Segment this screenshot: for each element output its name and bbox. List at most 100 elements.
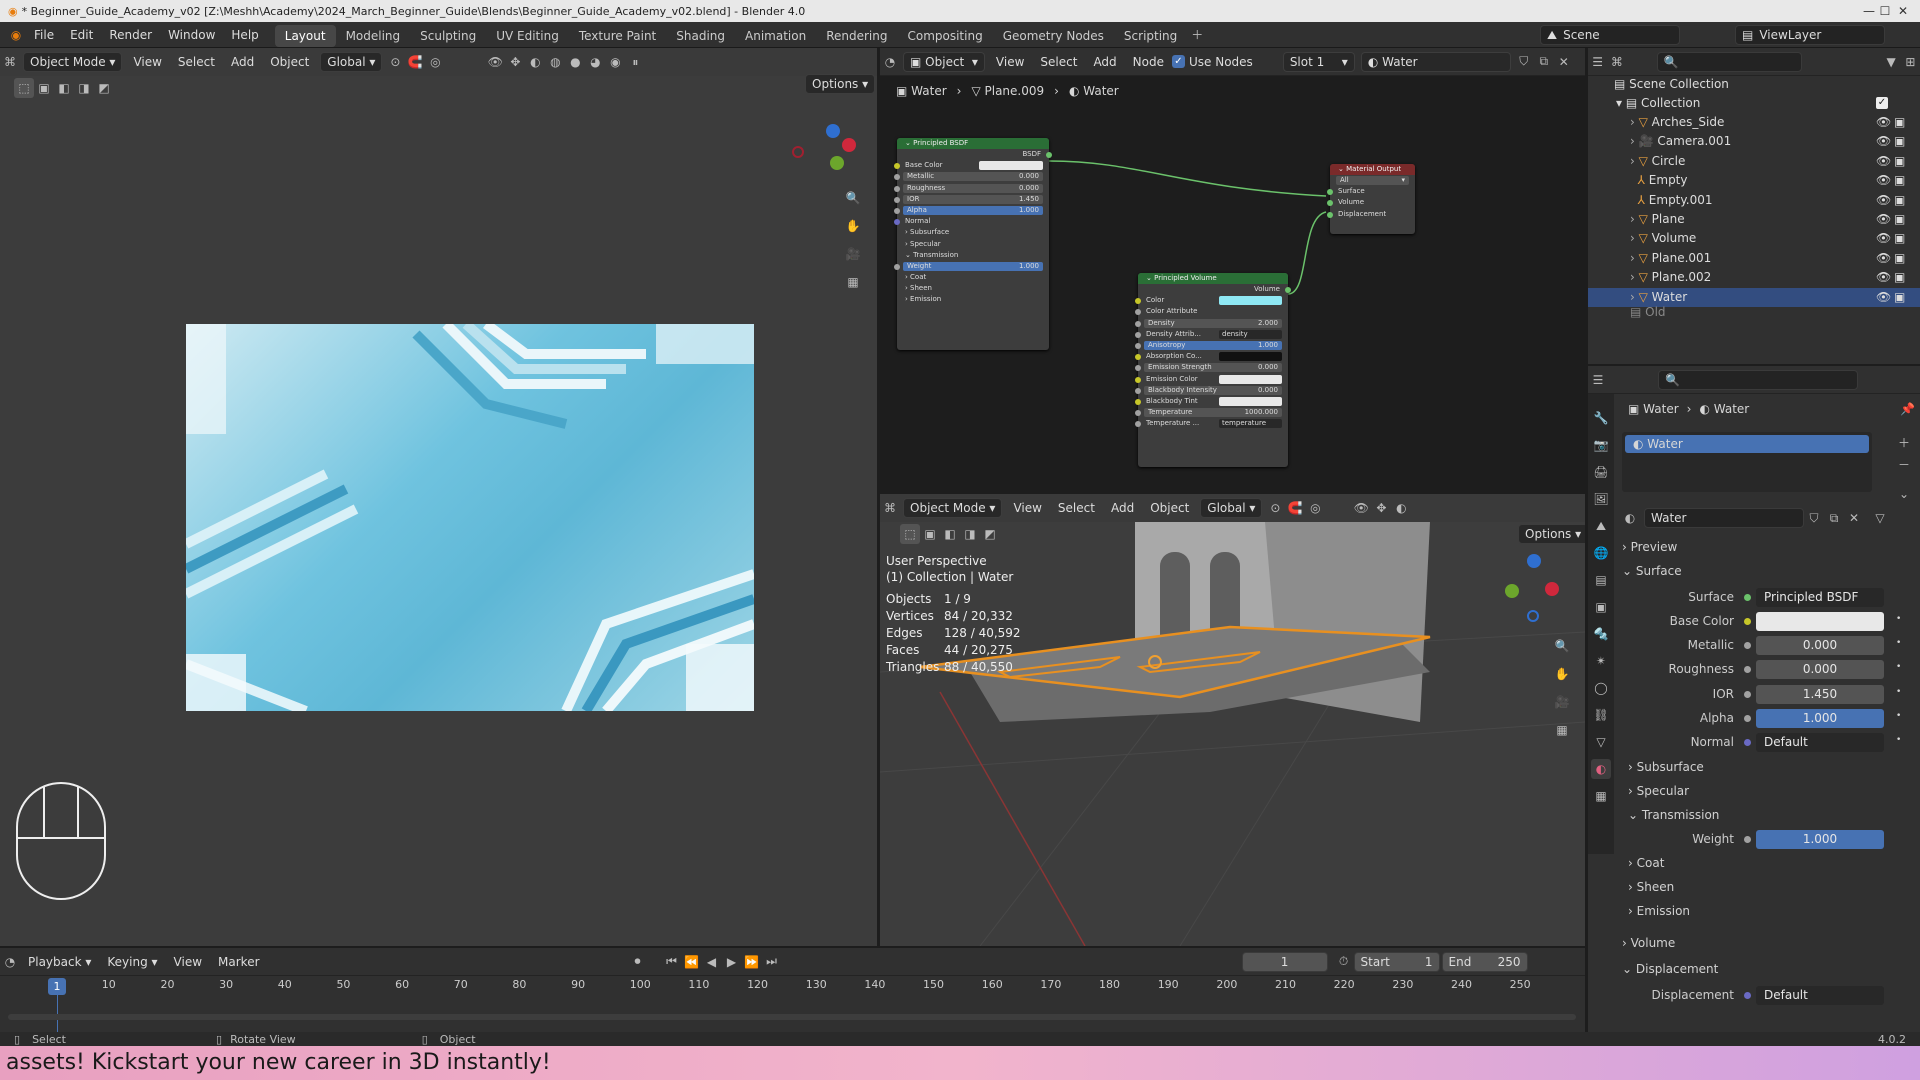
subpanel-subsurface[interactable]: › Subsurface <box>1628 756 1704 778</box>
expand-arrow-icon[interactable] <box>1630 193 1638 207</box>
select-box-icon[interactable]: ⬚ <box>14 78 34 98</box>
menu-help[interactable]: Help <box>223 22 266 48</box>
input-socket[interactable] <box>894 185 900 192</box>
zoom-icon[interactable]: 🔍 <box>843 188 863 208</box>
node-value-field[interactable]: Weight 1.000 <box>903 261 1043 271</box>
navigation-gizmo[interactable] <box>1505 554 1565 624</box>
camera-render-icon[interactable]: ▣ <box>1894 171 1905 190</box>
duplicate-icon[interactable]: ⧉ <box>1824 508 1844 528</box>
tab-compositing[interactable]: Compositing <box>897 25 992 47</box>
playhead[interactable]: 1 <box>48 978 66 995</box>
tab-shading[interactable]: Shading <box>666 25 735 47</box>
add-menu[interactable]: Add <box>1103 494 1142 522</box>
input-socket[interactable] <box>1327 200 1333 207</box>
tab-layout[interactable]: Layout <box>274 24 336 47</box>
viewlayer-selector[interactable]: ▤ ViewLayer <box>1735 25 1885 45</box>
view-menu[interactable]: View <box>125 48 169 76</box>
eye-icon[interactable]: 👁 <box>1876 113 1891 132</box>
eye-icon[interactable]: 👁 <box>1876 268 1891 287</box>
navigation-gizmo[interactable] <box>792 116 862 176</box>
color-swatch[interactable] <box>1219 374 1282 384</box>
color-swatch[interactable] <box>1219 296 1282 306</box>
overlay-icon[interactable]: ◐ <box>1391 498 1411 518</box>
input-socket[interactable] <box>1135 365 1141 372</box>
add-menu[interactable]: Add <box>223 48 262 76</box>
properties-tab-collection-icon[interactable]: ▤ <box>1591 570 1611 590</box>
blender-menu-icon[interactable]: ◉ <box>6 25 26 45</box>
pivot-icon[interactable]: ⊙ <box>1265 498 1285 518</box>
camera-view-icon[interactable]: 🎥 <box>1552 692 1572 712</box>
property-value-field[interactable]: 0.000 <box>1756 636 1884 656</box>
menu-window[interactable]: Window <box>160 22 223 48</box>
input-socket[interactable] <box>1135 398 1141 405</box>
timeline-scrollbar[interactable] <box>8 1014 1576 1020</box>
color-swatch[interactable] <box>1219 396 1282 406</box>
camera-render-icon[interactable]: ▣ <box>1894 152 1905 171</box>
pan-hand-icon[interactable]: ✋ <box>1552 664 1572 684</box>
input-socket[interactable] <box>894 163 900 170</box>
stopwatch-icon[interactable]: ⏱ <box>1334 952 1354 972</box>
camera-viewport[interactable]: ⌘ Object Mode ▾ View Select Add Object G… <box>0 48 877 946</box>
mode-dropdown[interactable]: Object Mode ▾ <box>903 498 1003 518</box>
scene-collection-row[interactable]: ▤ Scene Collection <box>1610 75 1880 94</box>
principled-bsdf-node[interactable]: ⌄ Principled BSDF BSDF Base Color Metalli… <box>894 138 1052 350</box>
expand-arrow-icon[interactable]: › <box>1630 134 1639 148</box>
new-collection-icon[interactable]: ⊞ <box>1901 52 1920 72</box>
displacement-field[interactable]: Default <box>1756 986 1884 1005</box>
tab-geometry-nodes[interactable]: Geometry Nodes <box>993 25 1114 47</box>
record-icon[interactable]: ⏺ <box>628 952 648 972</box>
pan-hand-icon[interactable]: ✋ <box>843 216 863 236</box>
display-mode-icon[interactable]: ⌘ <box>1607 52 1626 72</box>
editor-type-icon[interactable]: ☰ <box>1588 52 1607 72</box>
properties-tab-output-icon[interactable]: 🖨 <box>1591 462 1611 482</box>
eye-icon[interactable]: 👁 <box>1876 229 1891 248</box>
options-dropdown[interactable]: Options ▾ <box>805 74 876 94</box>
subpanel-specular[interactable]: › Specular <box>1628 780 1689 802</box>
keying-menu[interactable]: Keying ▾ <box>99 948 165 976</box>
properties-tab-render-icon[interactable]: 📷 <box>1591 435 1611 455</box>
new-selection-icon[interactable]: ▣ <box>34 78 54 98</box>
input-socket[interactable] <box>1135 298 1141 305</box>
tab-uv-editing[interactable]: UV Editing <box>486 25 569 47</box>
solid-shading-icon[interactable]: ● <box>565 52 585 72</box>
attribute-field[interactable]: density <box>1219 329 1282 339</box>
select-menu[interactable]: Select <box>170 48 223 76</box>
node-value-field[interactable]: Metallic 0.000 <box>903 172 1043 182</box>
grid-view-icon[interactable]: ▦ <box>1552 720 1572 740</box>
node-value-field[interactable]: Density 2.000 <box>1144 318 1282 328</box>
add-slot-icon[interactable]: ＋ <box>1894 432 1914 452</box>
property-value-field[interactable]: 1.450 <box>1756 684 1884 704</box>
visibility-icon[interactable]: 👁 <box>1351 498 1371 518</box>
slot-menu-icon[interactable]: ⌄ <box>1894 484 1914 504</box>
material-name-field[interactable]: Water <box>1644 508 1804 528</box>
outliner-item[interactable]: › ▽ Plane.001 👁 ▣ <box>1610 249 1905 268</box>
editor-type-icon[interactable]: ☰ <box>1588 370 1608 390</box>
outliner-item[interactable]: › ▽ Plane.002 👁 ▣ <box>1610 268 1905 287</box>
menu-file[interactable]: File <box>26 22 62 48</box>
subtract-selection-icon[interactable]: ◨ <box>74 78 94 98</box>
input-socket[interactable] <box>1135 387 1141 394</box>
attribute-field[interactable]: temperature <box>1219 419 1282 429</box>
keyframe-dot-icon[interactable]: • <box>1896 735 1901 745</box>
end-frame-field[interactable]: End 250 <box>1441 951 1528 972</box>
input-socket[interactable] <box>1327 189 1333 196</box>
displacement-panel[interactable]: ⌄ Displacement <box>1622 958 1718 980</box>
expand-arrow-icon[interactable]: › <box>1630 270 1639 284</box>
node-value-field[interactable]: Blackbody Intensity 0.000 <box>1144 385 1282 395</box>
properties-tab-object-icon[interactable]: ▣ <box>1591 597 1611 617</box>
eye-icon[interactable]: 👁 <box>1876 152 1891 171</box>
invert-selection-icon[interactable]: ◩ <box>94 78 114 98</box>
input-socket[interactable] <box>894 263 900 270</box>
grid-view-icon[interactable]: ▦ <box>843 272 863 292</box>
orientation-dropdown[interactable]: Global ▾ <box>1200 498 1263 518</box>
camera-view-icon[interactable]: 🎥 <box>843 244 863 264</box>
gizmo-icon[interactable]: ✥ <box>505 52 525 72</box>
old-collection-row[interactable]: ▤ Old <box>1610 303 1880 322</box>
properties-search-input[interactable]: 🔍 <box>1658 369 1858 390</box>
view-menu[interactable]: View <box>1005 494 1049 522</box>
tab-modeling[interactable]: Modeling <box>336 25 411 47</box>
properties-tab-constraints-icon[interactable]: ⛓ <box>1591 705 1611 725</box>
menu-edit[interactable]: Edit <box>62 22 101 48</box>
editor-type-icon[interactable]: ⌘ <box>880 498 900 518</box>
input-socket[interactable] <box>1135 376 1141 383</box>
